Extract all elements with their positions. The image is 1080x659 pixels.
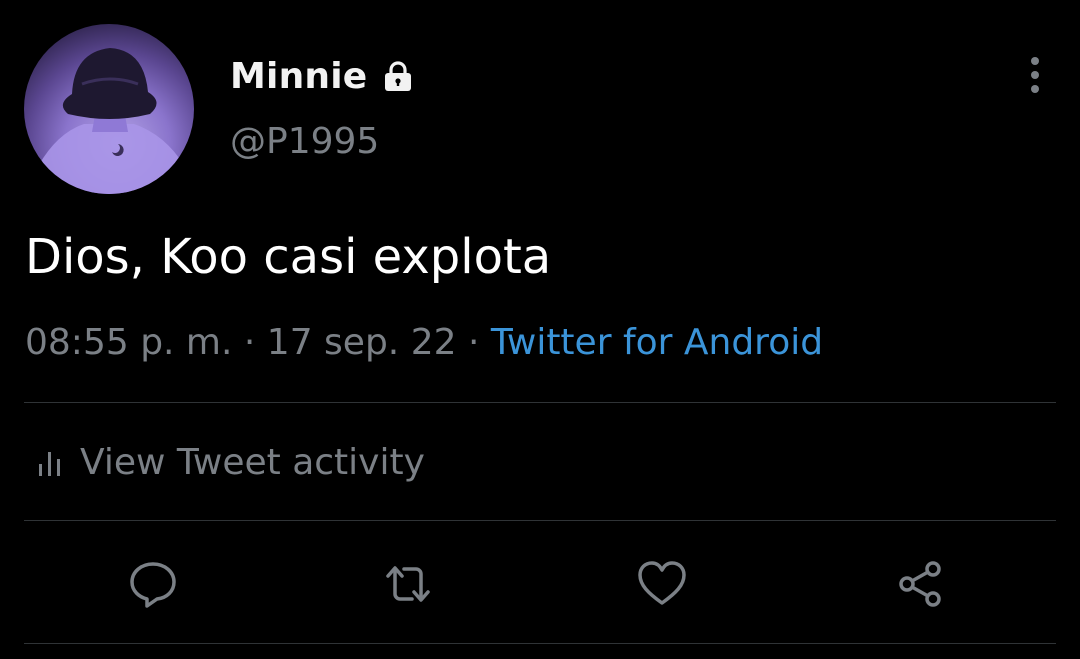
tweet-meta: 08:55 p. m. · 17 sep. 22 · Twitter for A…	[25, 322, 823, 363]
view-tweet-activity-label: View Tweet activity	[80, 441, 425, 483]
avatar-image	[34, 48, 189, 194]
retweet-button[interactable]	[380, 556, 436, 612]
tweet-text: Dios, Koo casi explota	[25, 229, 552, 285]
meta-separator: ·	[456, 322, 491, 363]
tweet-source-link[interactable]: Twitter for Android	[491, 322, 823, 363]
avatar[interactable]	[24, 24, 194, 194]
author-handle[interactable]: @P1995	[230, 121, 379, 162]
retweet-icon	[386, 566, 430, 602]
divider	[24, 643, 1056, 644]
tweet-date: 17 sep. 22	[266, 322, 457, 363]
meta-separator: ·	[232, 322, 267, 363]
reply-icon	[130, 562, 176, 608]
lock-icon	[385, 61, 412, 91]
view-tweet-activity-button[interactable]: View Tweet activity	[36, 438, 425, 486]
tweet-time: 08:55 p. m.	[25, 322, 233, 363]
analytics-icon	[39, 452, 60, 476]
share-button[interactable]	[893, 556, 949, 612]
like-button[interactable]	[634, 556, 690, 612]
divider	[24, 402, 1056, 403]
share-icon	[899, 561, 941, 607]
divider	[24, 520, 1056, 521]
heart-icon	[638, 561, 686, 605]
author-display-name[interactable]: Minnie	[230, 56, 367, 97]
more-options-icon[interactable]	[1018, 55, 1052, 97]
author-name-row[interactable]: Minnie	[230, 52, 415, 100]
reply-button[interactable]	[125, 556, 181, 612]
